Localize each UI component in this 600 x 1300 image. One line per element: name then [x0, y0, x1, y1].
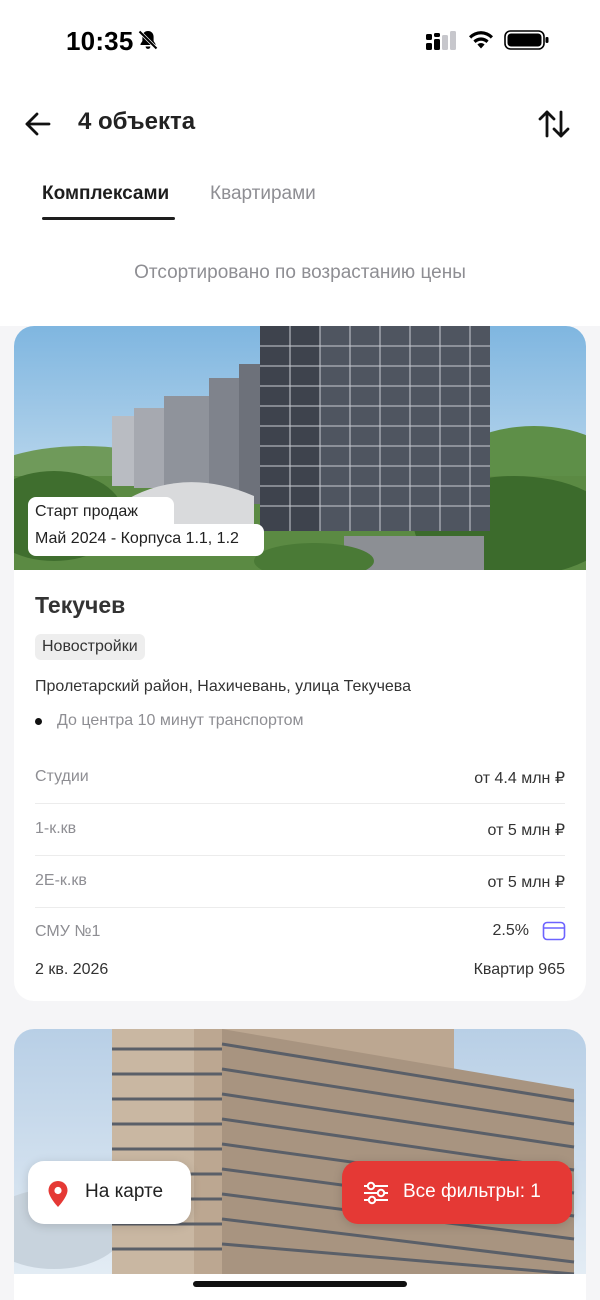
- credit-card-icon: [542, 921, 566, 941]
- developer-name: СМУ №1: [35, 923, 101, 940]
- sort-icon[interactable]: [534, 104, 574, 144]
- price-row-label: Студии: [35, 768, 89, 785]
- price-row-value: от 4.4 млн ₽: [474, 770, 565, 787]
- transport-info: До центра 10 минут транспортом: [57, 712, 304, 729]
- complex-photo[interactable]: [14, 1029, 586, 1274]
- apartments-count: Квартир 965: [473, 961, 565, 978]
- price-row-2room: 2Е-к.кв от 5 млн ₽: [35, 856, 565, 908]
- completion-date: 2 кв. 2026: [35, 961, 109, 978]
- bell-muted-icon: [138, 30, 158, 50]
- complex-address: Пролетарский район, Нахичевань, улица Те…: [35, 678, 412, 695]
- sale-start-value: Май 2024 - Корпуса 1.1, 1.2: [28, 524, 264, 556]
- map-button-label: На карте: [85, 1181, 164, 1202]
- filters-button-label: Все фильтры: 1: [403, 1181, 541, 1202]
- back-arrow-icon[interactable]: [20, 106, 56, 142]
- filters-sliders-icon: [364, 1181, 388, 1205]
- mortgage-rate: 2.5%: [492, 922, 529, 939]
- page-title: 4 объекта: [78, 108, 196, 135]
- cellular-signal-icon: [426, 31, 456, 50]
- map-pin-icon: [48, 1181, 68, 1207]
- complex-card[interactable]: Старт продаж Май 2024 - Корпуса 1.1, 1.2…: [14, 326, 586, 1001]
- transport-bullet-icon: [35, 718, 42, 725]
- price-row-value: от 5 млн ₽: [487, 822, 565, 839]
- status-time: 10:35: [66, 26, 134, 56]
- tab-apartments[interactable]: Квартирами: [210, 183, 316, 205]
- complex-name: Текучев: [35, 592, 126, 618]
- wifi-icon: [469, 31, 493, 49]
- all-filters-button[interactable]: Все фильтры: 1: [342, 1161, 572, 1224]
- price-row-1room: 1-к.кв от 5 млн ₽: [35, 804, 565, 856]
- sort-note: Отсортировано по возрастанию цены: [134, 262, 466, 283]
- battery-icon: [504, 30, 549, 50]
- sale-start-label: Старт продаж: [28, 497, 174, 527]
- show-on-map-button[interactable]: На карте: [28, 1161, 191, 1224]
- tab-complexes[interactable]: Комплексами: [42, 183, 169, 205]
- price-row-value: от 5 млн ₽: [487, 874, 565, 891]
- category-badge: Новостройки: [35, 634, 145, 660]
- price-row-studio: Студии от 4.4 млн ₽: [35, 752, 565, 804]
- price-row-label: 2Е-к.кв: [35, 872, 87, 889]
- price-row-label: 1-к.кв: [35, 820, 77, 837]
- status-bar: 10:35: [0, 0, 600, 80]
- home-indicator[interactable]: [193, 1281, 407, 1287]
- active-tab-indicator: [42, 217, 175, 220]
